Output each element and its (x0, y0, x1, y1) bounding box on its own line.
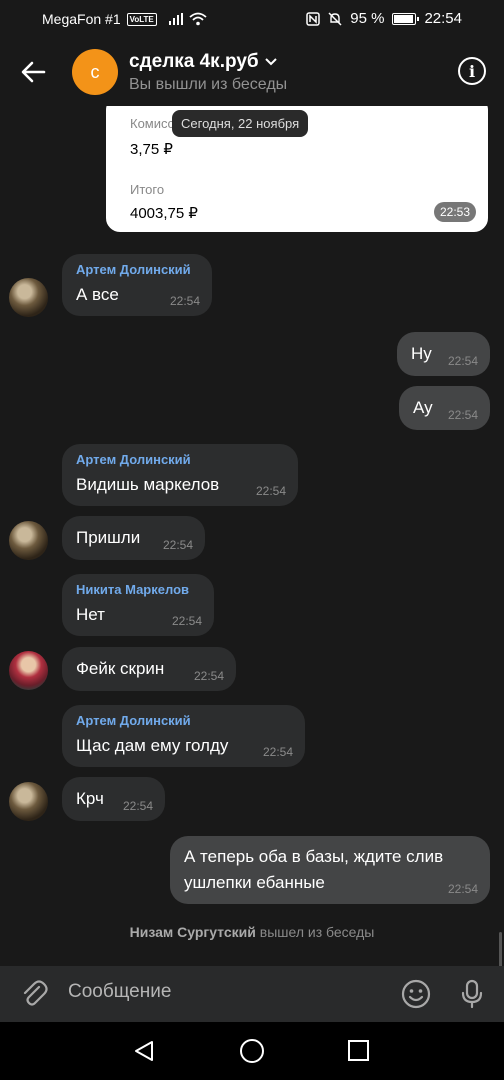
message-bubble[interactable]: Крч 22:54 (62, 777, 165, 821)
composer: Сообщение (0, 966, 504, 1022)
message-time: 22:54 (122, 799, 153, 813)
message-text: Нет (76, 605, 105, 624)
battery-percent: 95 % (350, 10, 385, 27)
chat-title-text: сделка 4к.руб (129, 51, 259, 72)
message-text: Видишь маркелов (76, 475, 220, 494)
message-author: Никита Маркелов (76, 582, 190, 597)
message-bubble[interactable]: Пришли 22:54 (62, 516, 205, 560)
message-bubble-outgoing[interactable]: Ау 22:54 (399, 386, 490, 430)
message-text: Ау (413, 398, 433, 417)
info-button[interactable]: i (458, 57, 486, 85)
smile-icon (401, 979, 431, 1009)
message-time: 22:54 (447, 882, 478, 896)
emoji-button[interactable] (400, 978, 432, 1010)
system-nav-bar (0, 1022, 504, 1080)
total-label: Итого (130, 182, 165, 197)
message-time: 22:54 (162, 538, 193, 552)
message-text: А все (76, 285, 119, 304)
avatar[interactable] (9, 521, 48, 560)
message-text: Пришли (76, 528, 141, 547)
message-list[interactable]: Комиссия 3,75 ₽ Итого 4003,75 ₽ 22:53 Се… (0, 106, 504, 966)
battery-icon (392, 12, 420, 25)
attach-button[interactable] (18, 978, 50, 1010)
microphone-icon (461, 979, 483, 1009)
paperclip-icon (23, 980, 48, 1006)
chevron-down-icon (264, 58, 277, 66)
message-text: Щас дам ему голду (76, 736, 229, 755)
system-user[interactable]: Низам Сургутский (130, 924, 256, 940)
message-bubble-outgoing[interactable]: А теперь оба в базы, ждите слив ушлепки … (170, 836, 490, 904)
message-text: Крч (76, 789, 104, 808)
system-message: Низам Сургутский вышел из беседы (0, 924, 504, 940)
message-bubble[interactable]: Артем Долинский Щас дам ему голду 22:54 (62, 705, 305, 767)
nav-recents-button[interactable] (348, 1040, 369, 1061)
status-bar: MegaFon #1 VoLTE 95 % 22:54 (0, 0, 504, 38)
message-author: Артем Долинский (76, 452, 191, 467)
nfc-icon (306, 11, 320, 26)
message-bubble[interactable]: Артем Долинский Видишь маркелов 22:54 (62, 444, 298, 506)
message-text-line: А теперь оба в базы, ждите слив (184, 847, 444, 866)
arrow-left-icon (21, 61, 46, 83)
nav-home-button[interactable] (240, 1039, 264, 1063)
signal-icon (168, 13, 183, 25)
message-text: Ну (411, 344, 432, 363)
commission-value: 3,75 ₽ (130, 141, 173, 158)
message-time: 22:54 (447, 354, 478, 368)
mute-bell-icon (328, 11, 342, 26)
message-author: Артем Долинский (76, 262, 191, 277)
chat-subtitle: Вы вышли из беседы (129, 76, 288, 93)
mic-button[interactable] (456, 978, 488, 1010)
receipt-time: 22:53 (433, 202, 476, 222)
message-time: 22:54 (171, 614, 202, 628)
clock: 22:54 (424, 10, 462, 27)
message-input[interactable]: Сообщение (68, 981, 171, 1003)
message-text: Фейк скрин (76, 659, 165, 678)
avatar[interactable] (9, 782, 48, 821)
message-time: 22:54 (169, 294, 200, 308)
message-text-line: ушлепки ебанные (184, 873, 325, 892)
avatar[interactable] (9, 278, 48, 317)
scrollbar[interactable] (499, 932, 502, 966)
triangle-back-icon (135, 1041, 153, 1061)
message-bubble[interactable]: Фейк скрин 22:54 (62, 647, 236, 691)
message-bubble[interactable]: Никита Маркелов Нет 22:54 (62, 574, 214, 636)
volte-badge: VoLTE (126, 12, 157, 26)
chat-title[interactable]: сделка 4к.руб (129, 51, 277, 73)
wifi-icon (189, 12, 207, 26)
message-time: 22:54 (447, 408, 478, 422)
system-action: вышел из беседы (259, 924, 375, 940)
info-icon: i (468, 61, 476, 81)
date-pill: Сегодня, 22 ноября (172, 110, 309, 137)
carrier-name: MegaFon #1 (42, 11, 121, 27)
back-button[interactable] (18, 56, 50, 88)
message-time: 22:54 (262, 745, 293, 759)
chat-avatar[interactable]: с (72, 49, 118, 95)
message-bubble-outgoing[interactable]: Ну 22:54 (397, 332, 490, 376)
nav-back-button[interactable] (132, 1039, 156, 1068)
avatar[interactable] (9, 651, 48, 690)
message-time: 22:54 (193, 669, 224, 683)
message-author: Артем Долинский (76, 713, 191, 728)
message-bubble[interactable]: Артем Долинский А все 22:54 (62, 254, 212, 316)
message-time: 22:54 (255, 484, 286, 498)
total-value: 4003,75 ₽ (130, 205, 198, 222)
chat-header: с сделка 4к.руб Вы вышли из беседы i (0, 38, 504, 106)
